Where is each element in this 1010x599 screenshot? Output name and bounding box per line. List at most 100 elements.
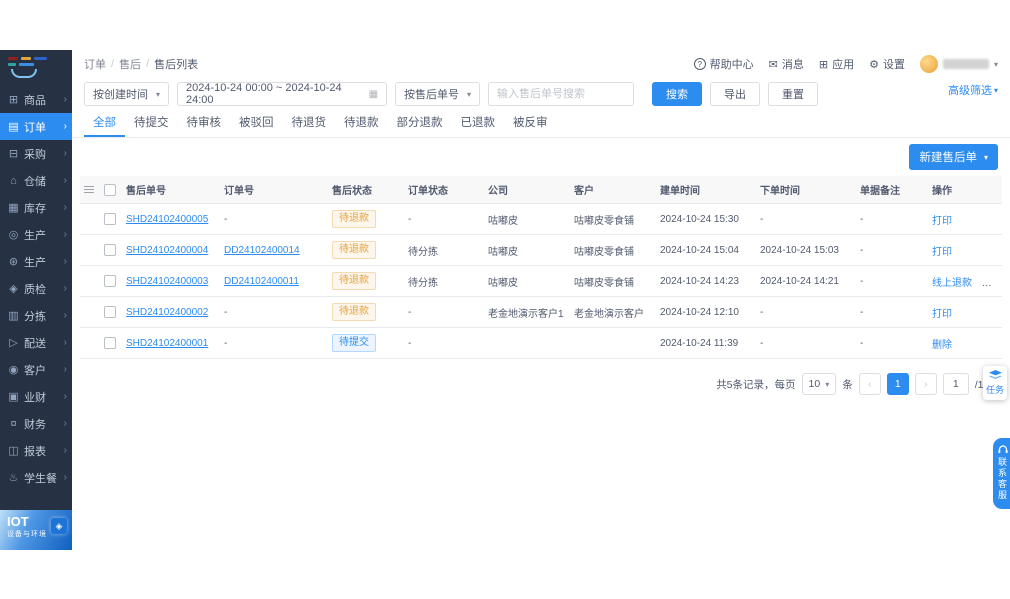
col-header: 客户 [574, 186, 594, 197]
apps-button[interactable]: ⊞ 应用 [819, 56, 854, 72]
col-header: 售后单号 [126, 186, 166, 197]
sidebar-item-delivery[interactable]: ▷ 配送 › [0, 329, 72, 356]
reports-icon: ◫ [8, 445, 19, 457]
order-no-link[interactable]: DD24102400011 [224, 276, 299, 287]
next-page-button[interactable]: › [914, 373, 937, 395]
remark-cell: - [860, 213, 864, 225]
tab-reverse-reviewed[interactable]: 被反审 [504, 114, 557, 137]
column-settings-icon[interactable] [84, 186, 94, 193]
sidebar-item-business-finance[interactable]: ▣ 业财 › [0, 383, 72, 410]
order-no-link[interactable]: DD24102400014 [224, 245, 300, 256]
sidebar-item-orders[interactable]: ▤ 订单 › [0, 113, 72, 140]
sidebar-item-products[interactable]: ⊞ 商品 › [0, 86, 72, 113]
brand-logo-stripes [8, 57, 64, 60]
settings-button[interactable]: ⚙ 设置 [869, 56, 905, 72]
headset-icon [997, 445, 1008, 454]
print-link[interactable]: 打印 [932, 216, 952, 227]
search-button[interactable]: 搜索 [652, 82, 703, 106]
breadcrumb-item[interactable]: 订单 [84, 56, 106, 72]
help-center-button[interactable]: ? 帮助中心 [693, 56, 754, 72]
sidebar-item-student-meal[interactable]: ♨ 学生餐 › [0, 464, 72, 491]
chevron-down-icon: ▾ [993, 59, 998, 69]
row-checkbox[interactable] [104, 306, 116, 318]
row-checkbox[interactable] [104, 213, 116, 225]
sidebar-item-purchase[interactable]: ⊟ 采购 › [0, 140, 72, 167]
print-link[interactable]: 打印 [982, 278, 1002, 289]
aftersale-no-link[interactable]: SHD24102400005 [126, 214, 208, 225]
purchase-icon: ⊟ [8, 148, 19, 160]
tab-pending-return[interactable]: 待退货 [283, 114, 336, 137]
tab-refunded[interactable]: 已退款 [452, 114, 505, 137]
sidebar-item-sorting[interactable]: ▥ 分拣 › [0, 302, 72, 329]
task-float-button[interactable]: 任务 [983, 366, 1007, 400]
message-icon: ✉ [768, 58, 778, 71]
new-aftersale-button[interactable]: 新建售后单 ▾ [909, 144, 998, 170]
aftersale-no-link[interactable]: SHD24102400004 [126, 245, 208, 256]
date-range-input[interactable]: 2024-10-24 00:00 ~ 2024-10-24 24:00 ▦ [177, 82, 388, 106]
search-field-select[interactable]: 按售后单号 ▾ [395, 82, 481, 106]
row-checkbox[interactable] [104, 275, 116, 287]
page-jump-input[interactable] [942, 373, 969, 395]
advanced-filter-link[interactable]: 高级筛选 ▾ [948, 82, 998, 98]
sidebar: ⊞ 商品 › ▤ 订单 › ⊟ 采购 › ⌂ 仓储 › ▦ 库存 › ◎ 生产 … [0, 50, 72, 550]
aftersale-no-link[interactable]: SHD24102400003 [126, 276, 208, 287]
print-link[interactable]: 打印 [932, 247, 952, 258]
export-button[interactable]: 导出 [710, 82, 761, 106]
sidebar-item-production-2[interactable]: ⊛ 生产 › [0, 248, 72, 275]
prev-page-button[interactable]: ‹ [858, 373, 881, 395]
customers-icon: ◉ [8, 364, 19, 376]
quality-icon: ◈ [9, 283, 18, 295]
tab-all[interactable]: 全部 [84, 114, 125, 137]
tab-pending-refund[interactable]: 待退款 [335, 114, 388, 137]
tab-partial-refund[interactable]: 部分退款 [388, 114, 452, 137]
brand-logo [0, 50, 72, 80]
chevron-right-icon: › [63, 364, 67, 375]
sidebar-item-production-1[interactable]: ◎ 生产 › [0, 221, 72, 248]
aftersale-no-link[interactable]: SHD24102400002 [126, 307, 208, 318]
contact-service-button[interactable]: 联系客服 [993, 438, 1010, 509]
sidebar-item-customers[interactable]: ◉ 客户 › [0, 356, 72, 383]
tab-pending-submit[interactable]: 待提交 [125, 114, 178, 137]
finance-icon: ¤ [10, 417, 17, 430]
tab-rejected[interactable]: 被驳回 [230, 114, 283, 137]
chevron-right-icon: › [63, 94, 67, 105]
delete-link[interactable]: 删除 [932, 340, 952, 351]
logo-stripe [8, 63, 16, 66]
sidebar-item-label: 质检 [24, 283, 46, 296]
breadcrumb-item[interactable]: 售后 [119, 56, 141, 72]
online-refund-link[interactable]: 线上退款 [932, 278, 972, 289]
select-all-checkbox[interactable] [104, 183, 116, 196]
sidebar-item-warehouse[interactable]: ⌂ 仓储 › [0, 167, 72, 194]
ordered-at-cell: 2024-10-24 15:03 [760, 244, 839, 256]
company-cell: 咕嘟皮 [488, 215, 518, 227]
aftersale-no-link[interactable]: SHD24102400001 [126, 338, 208, 349]
sidebar-item-finance[interactable]: ¤ 财务 › [0, 410, 72, 437]
created-at-cell: 2024-10-24 15:04 [660, 244, 739, 256]
user-menu[interactable]: ▾ [919, 55, 998, 73]
row-checkbox[interactable] [104, 337, 116, 349]
iot-brand-footer: IOT 设备与环境 ◈ [0, 510, 72, 550]
products-icon: ⊞ [8, 94, 19, 106]
help-icon: ? [693, 58, 706, 70]
tab-pending-review[interactable]: 待审核 [178, 114, 231, 137]
search-input[interactable] [497, 88, 626, 100]
current-page-button[interactable]: 1 [886, 373, 909, 395]
sidebar-item-quality[interactable]: ◈ 质检 › [0, 275, 72, 302]
time-field-select[interactable]: 按创建时间 ▾ [84, 82, 170, 106]
sidebar-item-inventory[interactable]: ▦ 库存 › [0, 194, 72, 221]
row-checkbox[interactable] [104, 244, 116, 256]
remark-cell: - [860, 244, 864, 256]
reset-button[interactable]: 重置 [768, 82, 819, 106]
page-size-select[interactable]: 10 ▾ [801, 373, 837, 395]
print-link[interactable]: 打印 [932, 309, 952, 320]
brand-logo-stripes [8, 63, 64, 66]
orders-icon: ▤ [8, 121, 19, 133]
page-size-value: 10 [808, 378, 821, 390]
col-header: 操作 [932, 186, 952, 197]
messages-button[interactable]: ✉ 消息 [769, 56, 804, 72]
remark-cell: - [860, 337, 864, 349]
chevron-down-icon: ▾ [825, 379, 830, 389]
date-range-value: 2024-10-24 00:00 ~ 2024-10-24 24:00 [186, 82, 342, 106]
sidebar-item-reports[interactable]: ◫ 报表 › [0, 437, 72, 464]
sidebar-item-label: 分拣 [24, 310, 46, 323]
